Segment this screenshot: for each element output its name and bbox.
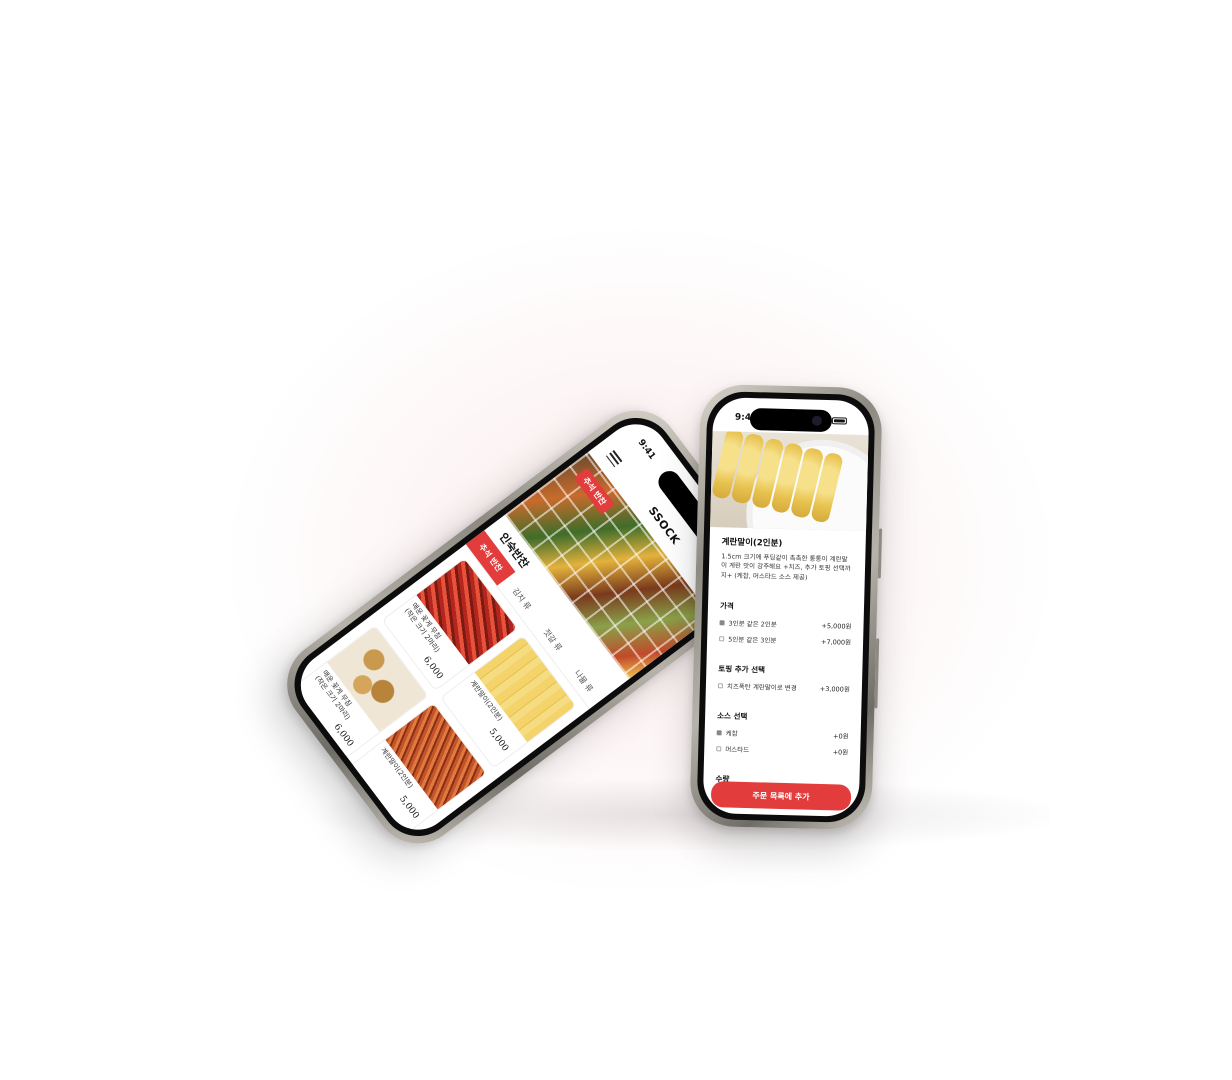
option-row[interactable]: 치즈폭탄 계란말이로 변경 +3,000원 <box>717 681 850 694</box>
section-sauce-title: 소스 선택 <box>717 711 748 722</box>
option-label: 케찹 <box>725 729 738 739</box>
option-price: +3,000원 <box>819 685 850 694</box>
dynamic-island <box>749 407 833 433</box>
section-topping-title: 토핑 추가 선택 <box>718 664 766 675</box>
option-row[interactable]: 3인분 같은 2인분 +5,000원 <box>719 618 852 631</box>
option-label: 5인분 같은 3인분 <box>728 635 777 646</box>
side-button <box>877 528 883 579</box>
option-label: 치즈폭탄 계란말이로 변경 <box>726 682 797 693</box>
product-hero-image <box>710 431 869 532</box>
option-row[interactable]: 머스타드 +0원 <box>716 743 849 757</box>
option-price: +7,000원 <box>820 638 852 647</box>
checkbox-icon[interactable] <box>717 683 723 689</box>
option-price: +5,000원 <box>821 622 852 631</box>
add-to-order-button[interactable]: 주문 목록에 추가 <box>710 781 852 811</box>
right-phone-bezel: 9:41 계란말이(2인분) 1.5cm 크기에 푸딩같이 촉촉한 통통이 계란… <box>696 390 876 824</box>
checkbox-icon[interactable] <box>716 729 722 736</box>
option-price: +0원 <box>832 732 849 741</box>
option-row[interactable]: 5인분 같은 3인분 +7,000원 <box>719 634 851 647</box>
status-time: 9:41 <box>635 437 658 462</box>
option-label: 머스타드 <box>725 745 750 755</box>
product-detail: 계란말이(2인분) 1.5cm 크기에 푸딩같이 촉촉한 통통이 계란말이 계란… <box>703 535 866 794</box>
section-price-title: 가격 <box>719 601 734 611</box>
checkbox-icon[interactable] <box>716 745 722 752</box>
option-row[interactable]: 케찹 +0원 <box>716 727 849 741</box>
option-price: +0원 <box>832 748 849 757</box>
checkbox-icon[interactable] <box>719 620 725 626</box>
product-title: 계란말이(2인분) <box>721 537 783 549</box>
option-label: 3인분 같은 2인분 <box>728 619 777 630</box>
menu-icon[interactable] <box>606 450 623 468</box>
side-button <box>874 638 880 709</box>
right-phone-screen: 9:41 계란말이(2인분) 1.5cm 크기에 푸딩같이 촉촉한 통통이 계란… <box>702 397 870 817</box>
right-phone: 9:41 계란말이(2인분) 1.5cm 크기에 푸딩같이 촉촉한 통통이 계란… <box>689 383 883 831</box>
battery-icon <box>831 416 847 425</box>
product-description: 1.5cm 크기에 푸딩같이 촉촉한 통통이 계란말이 계란 맛이 강주해요 +… <box>720 552 851 582</box>
checkbox-icon[interactable] <box>719 636 725 642</box>
mockup-scene: 9:41 SSOCK 추석 반찬 인숙반찬 추석 반찬 김치 류 젓갈 류 나물… <box>0 0 1232 1080</box>
